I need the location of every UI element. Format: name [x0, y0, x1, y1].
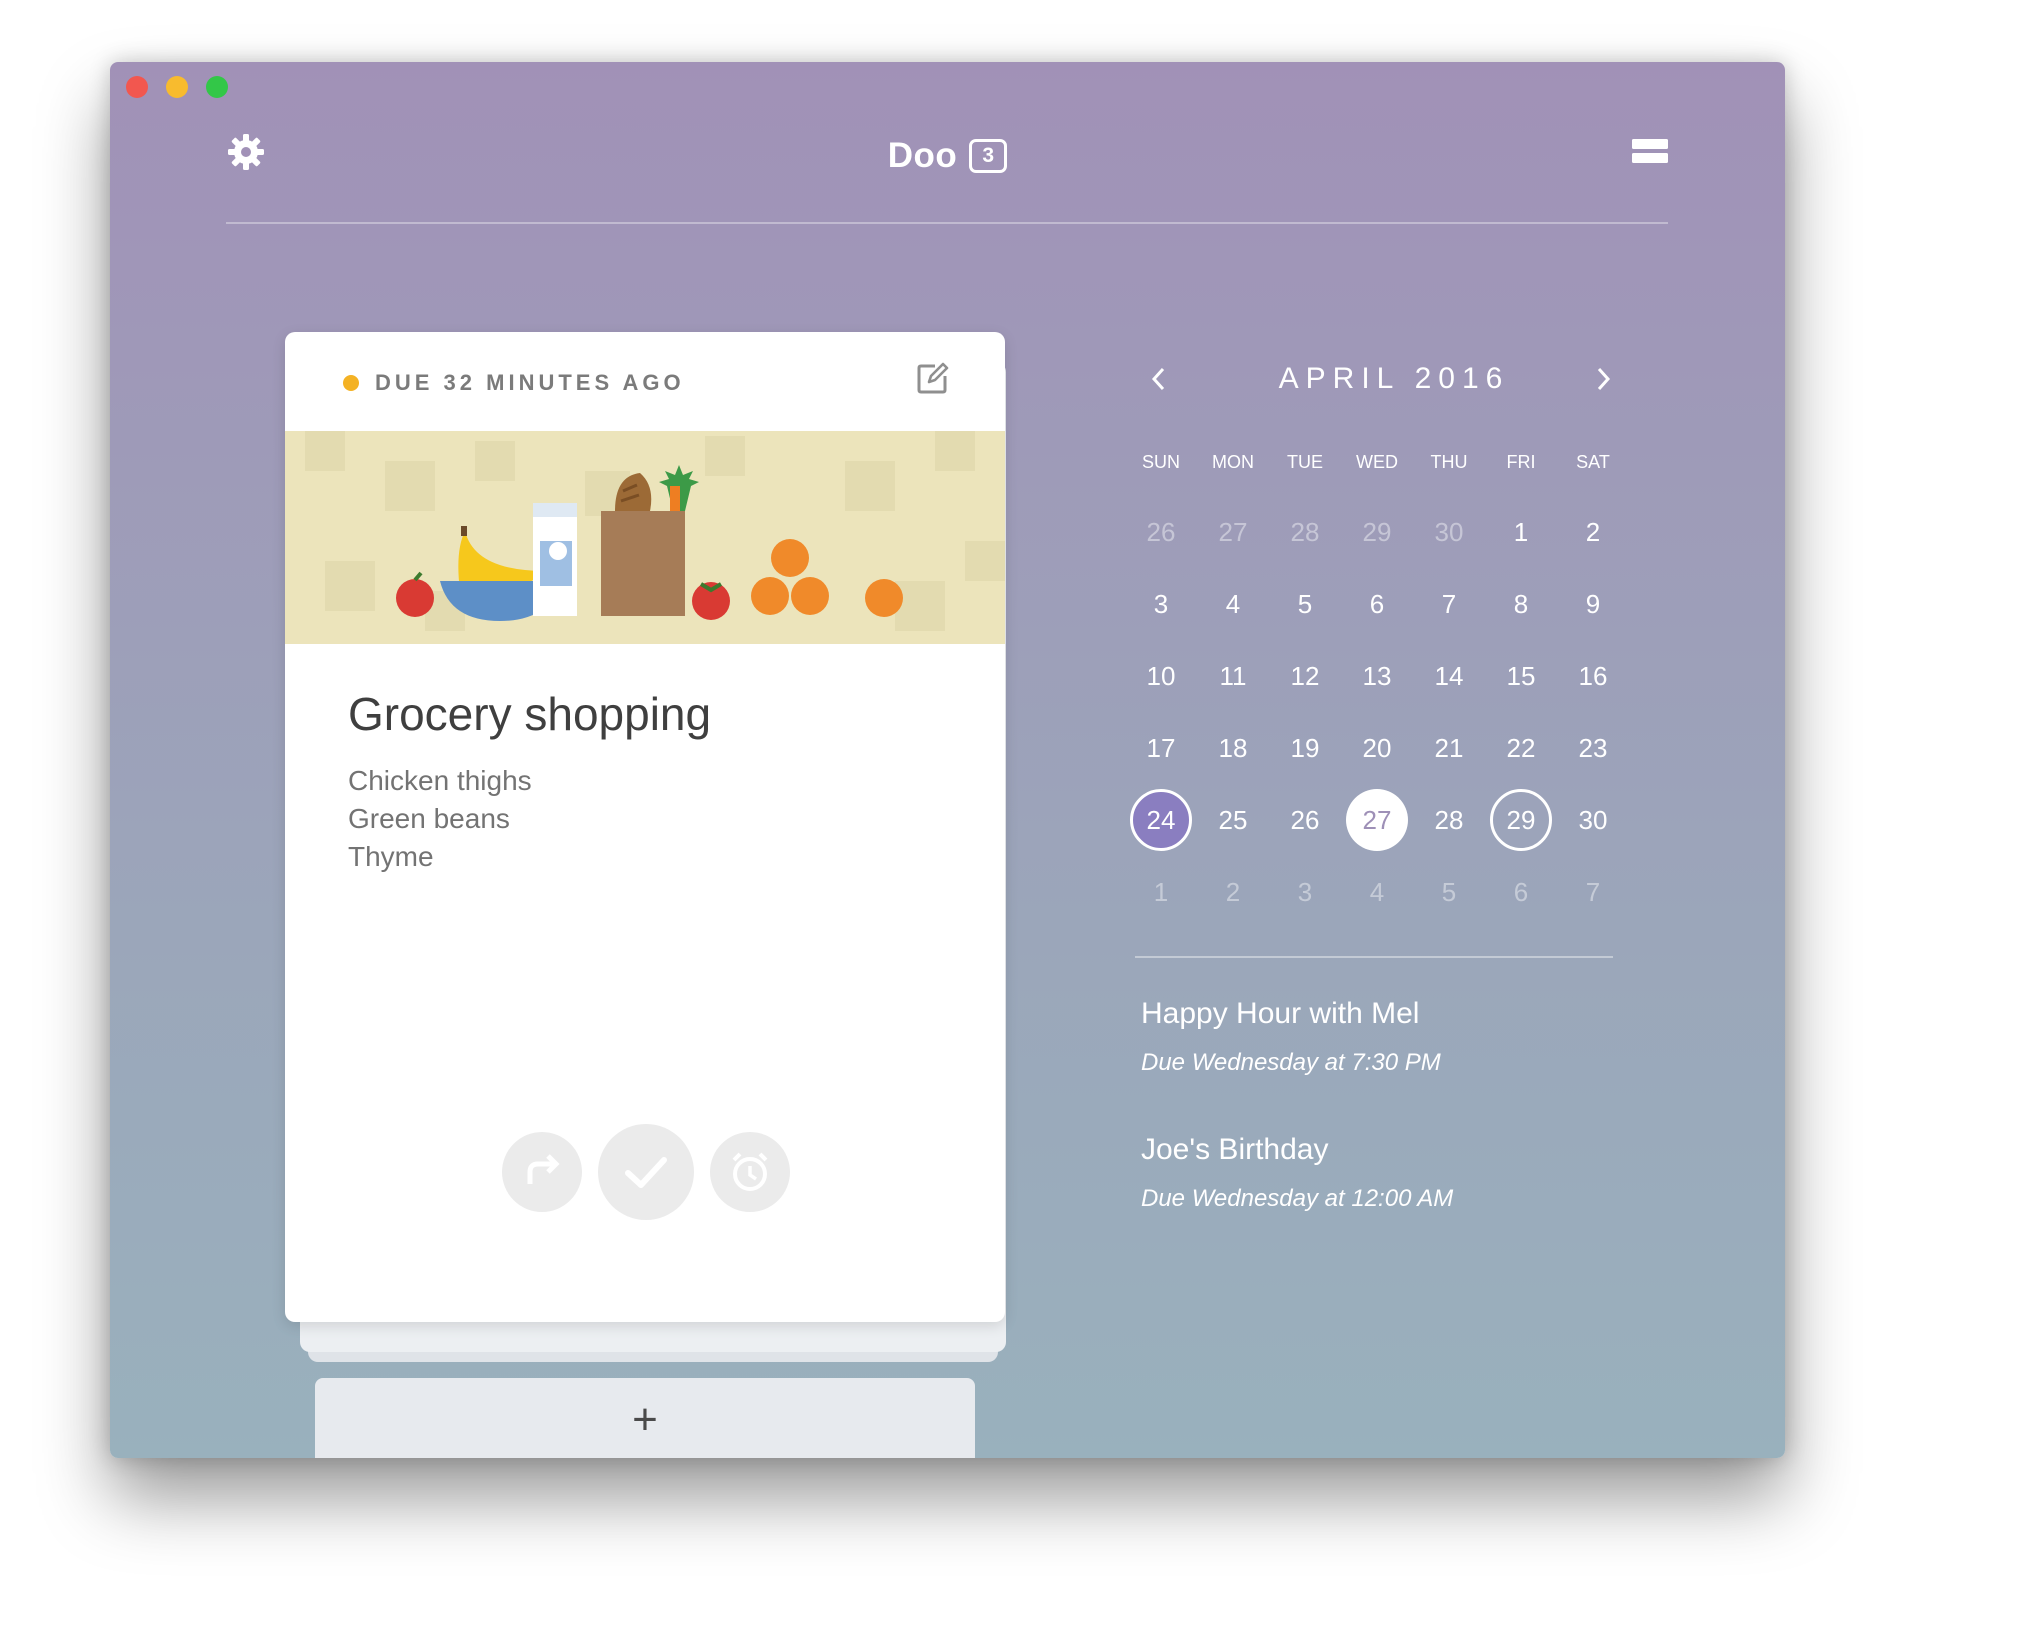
task-title: Grocery shopping — [348, 688, 712, 740]
calendar-day[interactable]: 16 — [1562, 645, 1624, 707]
calendar-day[interactable]: 7 — [1562, 861, 1624, 923]
window-minimize-button[interactable] — [166, 76, 188, 98]
calendar-day[interactable]: 6 — [1346, 573, 1408, 635]
calendar-day[interactable]: 12 — [1274, 645, 1336, 707]
weekday-label: WED — [1356, 452, 1398, 472]
window-zoom-button[interactable] — [206, 76, 228, 98]
calendar-day[interactable]: 30 — [1418, 501, 1480, 563]
event-due: Due Wednesday at 7:30 PM — [1141, 1049, 1441, 1076]
due-status: DUE 32 MINUTES AGO — [343, 370, 685, 396]
calendar-day[interactable]: 14 — [1418, 645, 1480, 707]
calendar-day[interactable]: 11 — [1202, 645, 1264, 707]
calendar-day[interactable]: 28 — [1418, 789, 1480, 851]
app-window: Doo 3 DUE 32 MINUTES AGO Grocery shoppin… — [110, 62, 1785, 1458]
app-title-bar: Doo 3 — [110, 136, 1785, 176]
grocery-illustration — [285, 431, 1005, 644]
event-item[interactable]: Joe's Birthday Due Wednesday at 12:00 AM — [1141, 1133, 1453, 1213]
calendar-day[interactable]: 4 — [1346, 861, 1408, 923]
calendar-day[interactable]: 24 — [1130, 789, 1192, 851]
event-due: Due Wednesday at 12:00 AM — [1141, 1185, 1454, 1212]
header-divider — [226, 222, 1668, 224]
calendar-day[interactable]: 17 — [1130, 717, 1192, 779]
add-task-button[interactable]: + — [315, 1378, 975, 1458]
calendar-day[interactable]: 2 — [1202, 861, 1264, 923]
task-card[interactable]: DUE 32 MINUTES AGO Grocery shopping Chic… — [285, 332, 1005, 1322]
task-count-badge: 3 — [969, 139, 1008, 173]
calendar-day[interactable]: 1 — [1130, 861, 1192, 923]
calendar-day[interactable]: 19 — [1274, 717, 1336, 779]
calendar-day[interactable]: 26 — [1130, 501, 1192, 563]
calendar-day[interactable]: 23 — [1562, 717, 1624, 779]
menu-icon[interactable] — [1632, 138, 1668, 164]
calendar-day[interactable]: 21 — [1418, 717, 1480, 779]
complete-button[interactable] — [598, 1124, 694, 1220]
calendar-day[interactable]: 10 — [1130, 645, 1192, 707]
event-title: Happy Hour with Mel — [1141, 997, 1420, 1030]
weekday-label: FRI — [1506, 452, 1536, 472]
weekday-label: THU — [1430, 452, 1468, 472]
due-status-dot — [343, 375, 359, 391]
event-item[interactable]: Happy Hour with Mel Due Wednesday at 7:3… — [1141, 997, 1441, 1077]
calendar-day[interactable]: 30 — [1562, 789, 1624, 851]
edit-icon[interactable] — [915, 362, 949, 396]
calendar-day[interactable]: 27 — [1202, 501, 1264, 563]
due-label: DUE 32 MINUTES AGO — [375, 370, 685, 395]
window-close-button[interactable] — [126, 76, 148, 98]
calendar-month-label: APRIL 2016 — [1278, 362, 1510, 395]
task-notes: Chicken thighs Green beans Thyme — [348, 762, 532, 876]
calendar-day[interactable]: 3 — [1274, 861, 1336, 923]
chevron-right-icon[interactable] — [1588, 364, 1618, 394]
checkmark-icon — [625, 1157, 667, 1188]
calendar-day[interactable]: 26 — [1274, 789, 1336, 851]
calendar-day[interactable]: 20 — [1346, 717, 1408, 779]
alarm-clock-icon — [732, 1152, 768, 1191]
note-line: Green beans — [348, 803, 510, 834]
chevron-left-icon[interactable] — [1144, 364, 1174, 394]
calendar-day[interactable]: 9 — [1562, 573, 1624, 635]
calendar-day[interactable]: 1 — [1490, 501, 1552, 563]
calendar-day[interactable]: 25 — [1202, 789, 1264, 851]
calendar-day[interactable]: 2 — [1562, 501, 1624, 563]
calendar-day[interactable]: 28 — [1274, 501, 1336, 563]
calendar-day[interactable]: 5 — [1274, 573, 1336, 635]
note-line: Thyme — [348, 841, 434, 872]
weekday-label: MON — [1212, 452, 1254, 472]
calendar-day[interactable]: 18 — [1202, 717, 1264, 779]
weekday-label: TUE — [1287, 452, 1323, 472]
calendar-day[interactable]: 22 — [1490, 717, 1552, 779]
calendar-day[interactable]: 13 — [1346, 645, 1408, 707]
note-line: Chicken thighs — [348, 765, 532, 796]
calendar-day[interactable]: 27 — [1346, 789, 1408, 851]
weekday-label: SUN — [1141, 452, 1180, 472]
calendar-day[interactable]: 3 — [1130, 573, 1192, 635]
calendar-divider — [1135, 956, 1613, 958]
calendar-day[interactable]: 8 — [1490, 573, 1552, 635]
forward-button[interactable] — [502, 1132, 582, 1212]
calendar-day[interactable]: 15 — [1490, 645, 1552, 707]
weekday-label: SAT — [1576, 452, 1610, 472]
forward-icon — [527, 1154, 560, 1184]
calendar-day[interactable]: 29 — [1490, 789, 1552, 851]
calendar-day[interactable]: 6 — [1490, 861, 1552, 923]
app-title: Doo — [887, 136, 958, 175]
snooze-button[interactable] — [710, 1132, 790, 1212]
calendar-day[interactable]: 7 — [1418, 573, 1480, 635]
event-title: Joe's Birthday — [1141, 1133, 1329, 1166]
calendar-day[interactable]: 29 — [1346, 501, 1408, 563]
calendar-day[interactable]: 5 — [1418, 861, 1480, 923]
calendar-day[interactable]: 4 — [1202, 573, 1264, 635]
